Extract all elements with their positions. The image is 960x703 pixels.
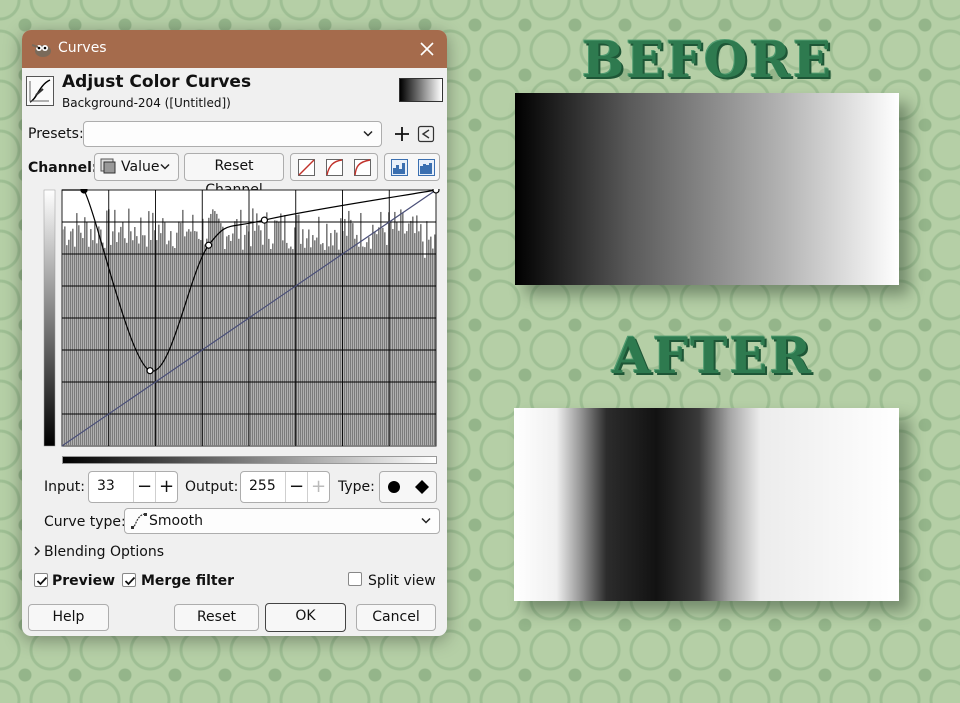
chevron-down-icon — [160, 163, 170, 170]
blending-options-expander[interactable]: Blending Options — [44, 544, 164, 560]
linear-histogram-icon[interactable] — [298, 159, 315, 176]
after-label: AFTER — [612, 326, 814, 385]
point-type-group — [379, 471, 437, 503]
curves-tool-icon — [26, 76, 54, 106]
perceptual-curve-icon[interactable] — [354, 159, 371, 176]
channel-label: Channel: — [28, 160, 98, 176]
curve-control-point[interactable] — [205, 241, 213, 249]
input-value: 33 — [97, 478, 115, 494]
output-increment-button[interactable]: + — [307, 472, 329, 502]
curves-graph-canvas[interactable] — [42, 186, 440, 469]
smooth-point-icon[interactable] — [386, 479, 402, 495]
curve-type-value: Smooth — [149, 513, 204, 529]
merge-filter-checkbox[interactable] — [122, 573, 136, 587]
output-label: Output: — [185, 479, 239, 495]
merge-filter-label: Merge filter — [141, 573, 234, 589]
histogram-scale-group — [384, 153, 440, 181]
output-decrement-button[interactable]: − — [285, 472, 307, 502]
corner-point-icon[interactable] — [414, 479, 430, 495]
layer-name: Background-204 ([Untitled]) — [62, 96, 231, 110]
input-increment-button[interactable]: + — [155, 472, 177, 502]
input-spinbutton[interactable]: 33 − + — [88, 471, 178, 503]
dialog-heading: Adjust Color Curves — [62, 72, 252, 92]
log-curve-icon[interactable] — [326, 159, 343, 176]
curves-graph[interactable] — [42, 186, 440, 469]
log-scale-icon[interactable] — [418, 159, 435, 176]
curve-control-point[interactable] — [80, 186, 88, 194]
input-gradient-bar — [62, 456, 437, 464]
preview-checkbox[interactable] — [34, 573, 48, 587]
before-label: BEFORE — [582, 30, 834, 89]
checkmark-icon — [124, 576, 136, 586]
reset-button[interactable]: Reset — [174, 604, 259, 631]
output-spinbutton[interactable]: 255 − + — [240, 471, 330, 503]
type-label: Type: — [338, 479, 375, 495]
ok-button[interactable]: OK — [265, 603, 346, 632]
input-label: Input: — [44, 479, 85, 495]
output-value: 255 — [249, 478, 276, 494]
preview-label: Preview — [52, 573, 116, 589]
split-view-checkbox[interactable] — [348, 572, 362, 586]
channel-value: Value — [121, 159, 160, 175]
value-channel-icon — [100, 158, 116, 174]
smooth-curve-icon — [131, 513, 147, 529]
window-title: Curves — [58, 40, 107, 56]
linear-scale-icon[interactable] — [391, 159, 408, 176]
curves-dialog: Curves Adjust Color Curves Background-20… — [22, 30, 447, 636]
presets-combo[interactable] — [83, 121, 382, 147]
output-gradient-bar — [43, 189, 56, 447]
cancel-button[interactable]: Cancel — [356, 604, 436, 631]
gimp-logo-icon — [31, 44, 51, 57]
layer-preview-thumbnail — [399, 78, 443, 102]
presets-label: Presets: — [28, 126, 84, 142]
after-gradient-image — [514, 408, 899, 601]
chevron-down-icon — [421, 517, 431, 524]
split-view-label: Split view — [368, 573, 436, 589]
before-gradient-image — [515, 93, 899, 285]
curve-type-combo[interactable]: Smooth — [124, 508, 440, 534]
curve-control-point[interactable] — [146, 367, 154, 375]
chevron-down-icon — [363, 130, 373, 137]
reset-channel-button[interactable]: Reset Channel — [184, 153, 284, 198]
channel-combo[interactable]: Value — [94, 153, 179, 181]
help-button[interactable]: Help — [28, 604, 109, 631]
close-icon[interactable] — [415, 37, 439, 61]
curve-control-point[interactable] — [260, 216, 268, 224]
channel-display-group — [290, 153, 378, 181]
curve-control-point[interactable] — [432, 186, 440, 194]
checkmark-icon — [36, 576, 48, 586]
chevron-right-icon[interactable] — [33, 545, 41, 557]
input-decrement-button[interactable]: − — [133, 472, 155, 502]
preset-menu-icon[interactable] — [417, 125, 435, 143]
add-preset-icon[interactable] — [393, 125, 411, 143]
title-bar[interactable]: Curves — [22, 30, 447, 68]
curve-type-label: Curve type: — [44, 514, 126, 530]
